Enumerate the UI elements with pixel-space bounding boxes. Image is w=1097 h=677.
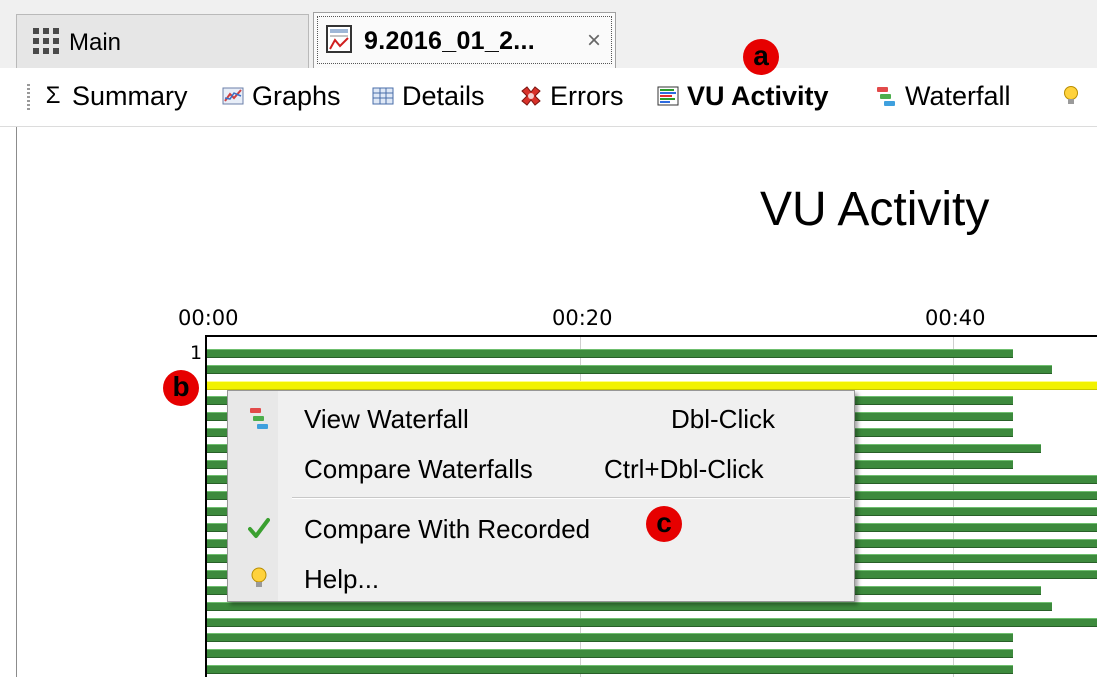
vu-bar[interactable] [207, 618, 1097, 627]
menu-item-shortcut: Ctrl+Dbl-Click [604, 454, 764, 484]
graphs-button[interactable]: Graphs [222, 79, 341, 113]
menu-separator [292, 497, 850, 499]
vu-bar[interactable] [207, 649, 1013, 658]
chart-title: VU Activity [760, 183, 990, 236]
details-label: Details [402, 80, 485, 111]
sigma-icon: Σ [45, 82, 61, 109]
waterfall-icon [250, 408, 268, 429]
x-tick-label: 00:20 [552, 306, 613, 330]
graphs-label: Graphs [252, 80, 341, 111]
waterfall-label: Waterfall [905, 80, 1011, 111]
vu-bar[interactable] [207, 633, 1013, 642]
grid-icon [33, 28, 59, 54]
menu-item-label: Compare Waterfalls [304, 454, 533, 484]
lightbulb-icon [251, 567, 267, 587]
graph-icon [222, 87, 244, 105]
menu-item-label: View Waterfall [304, 404, 469, 434]
lightbulb-icon [1064, 86, 1078, 104]
menu-item-shortcut: Dbl-Click [671, 404, 775, 434]
table-icon [372, 87, 394, 105]
tab-main-label: Main [69, 29, 122, 56]
close-icon[interactable]: × [587, 27, 601, 55]
vu-activity-icon [657, 86, 679, 106]
row-number-label: 1 [190, 342, 203, 364]
help-button[interactable] [1060, 79, 1090, 113]
menu-item-view-waterfall[interactable]: View Waterfall Dbl-Click [230, 395, 852, 441]
vu-bar[interactable] [207, 365, 1052, 374]
report-icon [326, 25, 352, 53]
report-toolbar: Σ Summary Graphs Details Errors VU Activ… [0, 68, 1097, 127]
menu-item-label: Compare With Recorded [304, 514, 591, 544]
details-button[interactable]: Details [372, 79, 485, 113]
toolbar-grip[interactable] [27, 84, 30, 112]
menu-item-help[interactable]: Help... [230, 555, 852, 601]
callout-a-marker: a [743, 39, 779, 75]
vu-bar[interactable] [207, 602, 1052, 611]
menu-item-compare-waterfalls[interactable]: Compare Waterfalls Ctrl+Dbl-Click [230, 445, 852, 491]
vu-activity-label: VU Activity [687, 80, 829, 111]
summary-button[interactable]: Σ Summary [42, 79, 188, 113]
tab-main[interactable]: Main [16, 14, 309, 68]
callout-b-marker: b [163, 370, 199, 406]
vu-activity-button[interactable]: VU Activity [657, 79, 829, 113]
x-tick-label: 00:00 [178, 306, 239, 330]
menu-item-label: Help... [304, 564, 380, 594]
tab-strip: Main 9.2016_01_2... × [0, 0, 1097, 70]
vu-bar[interactable] [207, 349, 1013, 358]
vu-bar[interactable] [207, 665, 1013, 674]
summary-label: Summary [72, 80, 188, 111]
vu-bar-selected[interactable] [207, 381, 1097, 390]
tab-report-label: 9.2016_01_2... [364, 27, 536, 55]
waterfall-icon [877, 87, 895, 106]
waterfall-button[interactable]: Waterfall [875, 79, 1011, 113]
errors-button[interactable]: Errors [520, 79, 624, 113]
errors-icon [521, 86, 541, 106]
tab-report-file[interactable]: 9.2016_01_2... × [313, 12, 616, 70]
menu-item-compare-with-recorded[interactable]: Compare With Recorded [230, 505, 852, 551]
x-tick-label: 00:40 [925, 306, 986, 330]
errors-label: Errors [550, 80, 624, 111]
context-menu: View Waterfall Dbl-Click Compare Waterfa… [227, 390, 855, 602]
callout-c-marker: c [646, 506, 682, 542]
checkmark-icon [248, 518, 270, 538]
